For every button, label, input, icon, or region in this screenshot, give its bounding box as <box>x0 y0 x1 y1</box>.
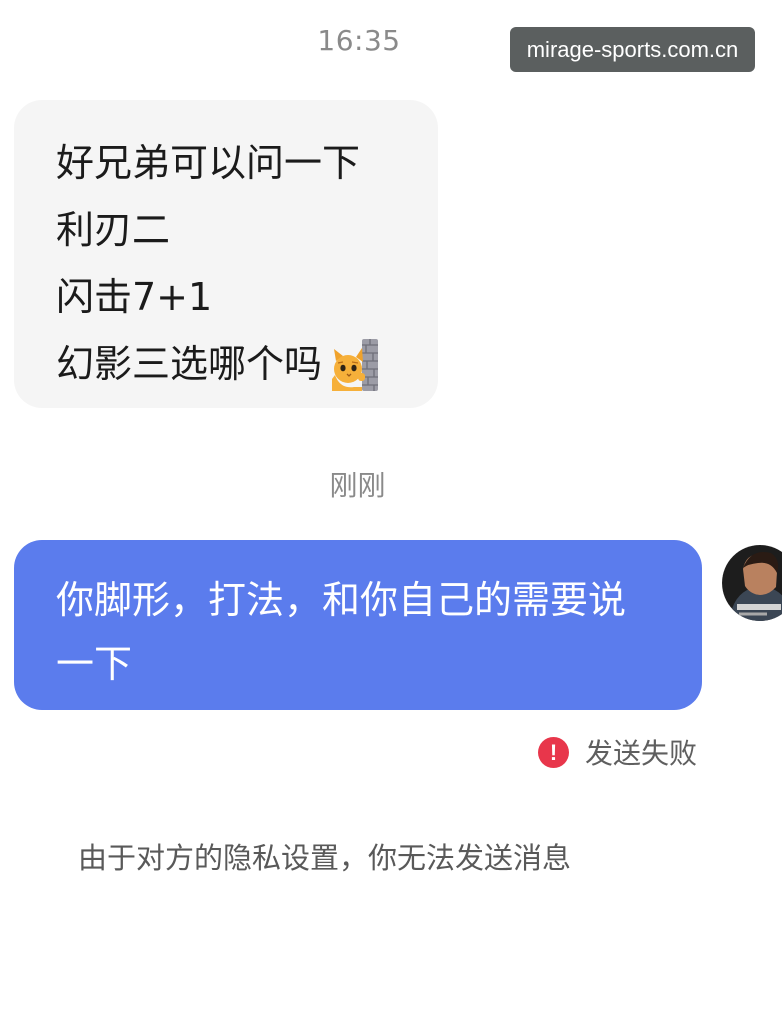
user-avatar-icon[interactable] <box>722 545 782 621</box>
outgoing-message-bubble[interactable]: 你脚形，打法，和你自己的需要说 一下 <box>14 540 702 710</box>
cat-peeking-emoji-icon <box>332 338 380 391</box>
outgoing-message-text-line-1: 你脚形，打法，和你自己的需要说 <box>56 578 627 622</box>
incoming-message-line: 闪击7+1 <box>56 275 213 319</box>
time-separator: 刚刚 <box>329 469 386 502</box>
message-timestamp: 16:35 <box>317 24 401 57</box>
send-failed-status: 发送失败 <box>585 737 698 770</box>
message-status-row: ! 发送失败 <box>538 730 697 774</box>
incoming-message-line-with-emoji: 幻影三选哪个吗 <box>56 331 438 398</box>
incoming-message-line: 好兄弟可以问一下 <box>56 141 361 185</box>
incoming-message-line: 幻影三选哪个吗 <box>56 342 323 386</box>
site-watermark: mirage-sports.com.cn <box>510 27 755 72</box>
outgoing-message-text-line-2: 一下 <box>56 642 133 686</box>
error-icon[interactable]: ! <box>538 736 569 768</box>
incoming-message-line: 利刃二 <box>56 208 171 252</box>
privacy-system-notice: 由于对方的隐私设置，你无法发送消息 <box>78 841 572 875</box>
incoming-message-bubble[interactable]: 好兄弟可以问一下 利刃二 闪击7+1 幻影三选哪个吗 <box>14 100 438 408</box>
